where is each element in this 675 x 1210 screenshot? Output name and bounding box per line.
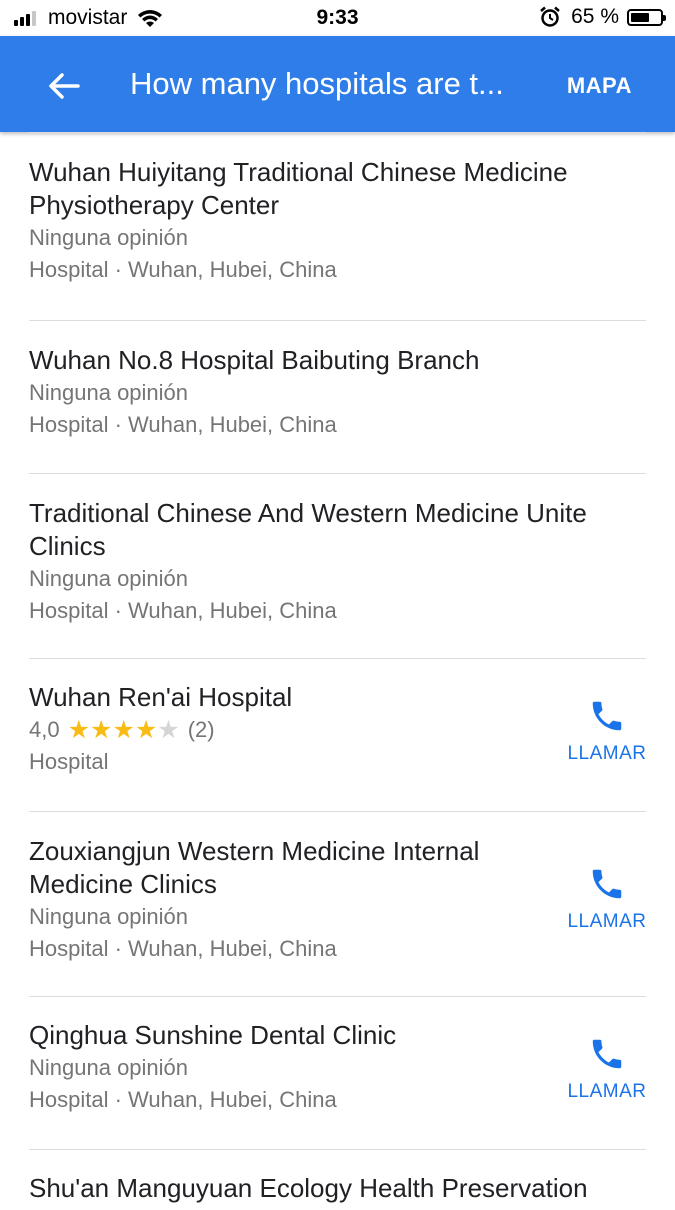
star-empty-icon: ★ xyxy=(157,716,180,744)
result-item[interactable]: Traditional Chinese And Western Medicine… xyxy=(29,474,646,659)
alarm-icon xyxy=(540,6,560,27)
result-details: Hospital · Wuhan, Hubei, China xyxy=(29,598,337,623)
phone-icon xyxy=(592,869,622,899)
result-item[interactable]: Shu'an Manguyuan Ecology Health Preserva… xyxy=(29,1150,646,1210)
star-filled-icon: ★ xyxy=(67,716,91,744)
map-button[interactable]: MAPA xyxy=(567,73,632,99)
status-bar: movistar 9:33 65 % xyxy=(0,0,675,36)
battery-icon xyxy=(627,8,666,26)
result-reviews: Ninguna opinión xyxy=(29,225,189,250)
call-button[interactable]: LLAMAR xyxy=(566,1035,648,1103)
result-details: Hospital · Wuhan, Hubei, China xyxy=(29,936,337,961)
back-arrow-icon[interactable] xyxy=(44,66,84,106)
result-details: Hospital · Wuhan, Hubei, China xyxy=(29,412,337,437)
result-item[interactable]: Zouxiangjun Western Medicine Internal Me… xyxy=(29,812,646,997)
rating-stars: ★★★★★ xyxy=(68,714,180,746)
rating-count: (2) xyxy=(187,717,215,742)
result-details: Hospital xyxy=(29,749,109,774)
result-details: Hospital · Wuhan, Hubei, China xyxy=(29,257,337,282)
battery-percentage: 65 % xyxy=(571,5,619,28)
star-filled-icon: ★ xyxy=(90,716,113,744)
call-label: LLAMAR xyxy=(567,743,647,764)
call-button[interactable]: LLAMAR xyxy=(566,697,648,765)
result-name: Zouxiangjun Western Medicine Internal Me… xyxy=(29,836,480,899)
result-name: Wuhan Ren'ai Hospital xyxy=(29,682,293,712)
rating-value: 4,0 xyxy=(29,717,60,742)
status-right: 65 % xyxy=(539,5,666,29)
result-name: Qinghua Sunshine Dental Clinic xyxy=(29,1020,397,1050)
call-button[interactable]: LLAMAR xyxy=(566,865,648,933)
result-name: Shu'an Manguyuan Ecology Health Preserva… xyxy=(29,1173,588,1203)
result-item[interactable]: Qinghua Sunshine Dental Clinic Ninguna o… xyxy=(29,997,646,1150)
result-reviews: Ninguna opinión xyxy=(29,566,189,591)
call-label: LLAMAR xyxy=(567,911,647,932)
search-query-title[interactable]: How many hospitals are t... xyxy=(130,66,530,102)
result-reviews: Ninguna opinión xyxy=(29,1055,189,1080)
phone-icon xyxy=(592,701,622,731)
phone-icon xyxy=(592,1039,622,1069)
result-name: Traditional Chinese And Western Medicine… xyxy=(29,498,587,561)
results-list: Wuhan Huiyitang Traditional Chinese Medi… xyxy=(0,132,675,1210)
app-bar: How many hospitals are t... MAPA xyxy=(0,36,675,132)
result-details: Hospital · Wuhan, Hubei, China xyxy=(29,1087,337,1112)
result-item[interactable]: Wuhan No.8 Hospital Baibuting Branch Nin… xyxy=(29,321,646,474)
star-filled-icon: ★ xyxy=(134,716,158,744)
result-item[interactable]: Wuhan Ren'ai Hospital 4,0 ★★★★★ (2) Hosp… xyxy=(29,659,646,812)
result-name: Wuhan Huiyitang Traditional Chinese Medi… xyxy=(29,157,568,220)
star-filled-icon: ★ xyxy=(112,716,135,744)
rating-row: 4,0 ★★★★★ (2) xyxy=(29,714,646,746)
result-reviews: Ninguna opinión xyxy=(29,380,189,405)
result-name: Wuhan No.8 Hospital Baibuting Branch xyxy=(29,345,480,375)
result-reviews: Ninguna opinión xyxy=(29,904,189,929)
result-item[interactable]: Wuhan Huiyitang Traditional Chinese Medi… xyxy=(29,132,646,321)
call-label: LLAMAR xyxy=(567,1081,647,1102)
